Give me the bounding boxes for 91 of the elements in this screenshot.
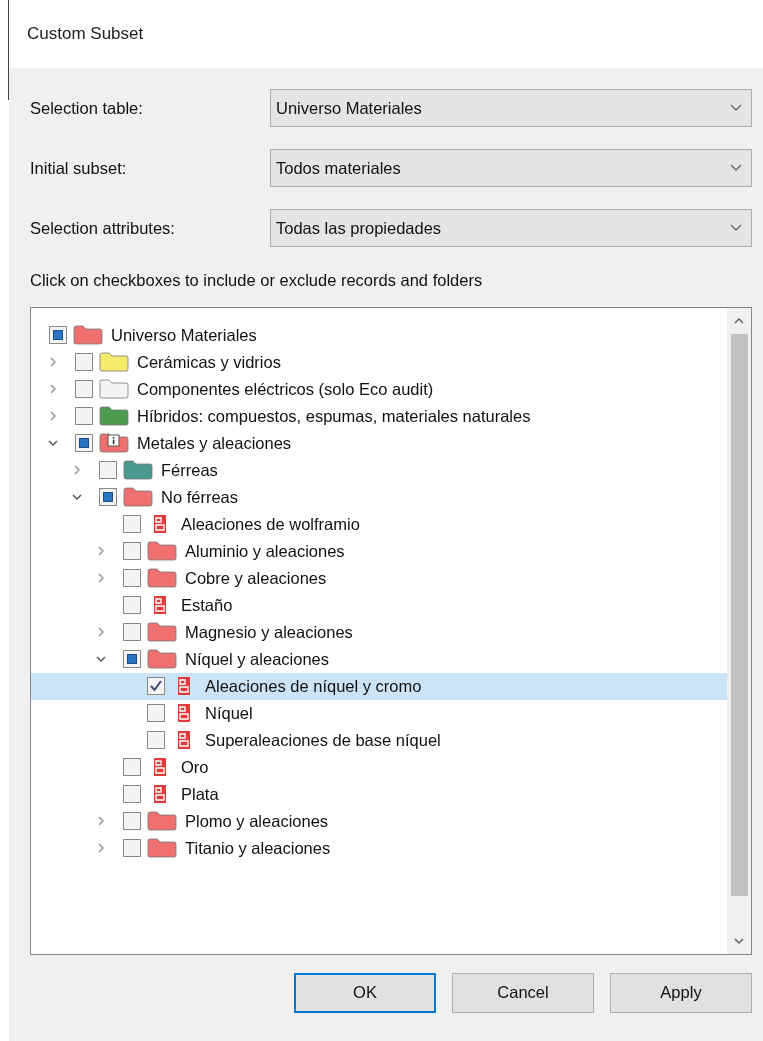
checkbox[interactable] <box>75 407 93 426</box>
field-label: Initial subset: <box>30 157 128 179</box>
chevron-down-icon <box>729 103 743 113</box>
tree-item-label: Aluminio y aleaciones <box>185 540 345 562</box>
tree-item-label: Magnesio y aleaciones <box>185 621 353 643</box>
checkbox[interactable] <box>123 839 141 858</box>
chevron-right-icon[interactable] <box>71 464 83 477</box>
tree-item-label: Universo Materiales <box>111 324 257 346</box>
checkbox[interactable] <box>99 461 117 480</box>
chevron-right-icon[interactable] <box>47 356 59 369</box>
tree-item[interactable]: Plata <box>31 780 727 808</box>
checkbox[interactable] <box>123 758 141 777</box>
document-icon <box>177 676 191 697</box>
checkbox[interactable] <box>123 596 141 615</box>
checkbox[interactable] <box>123 650 141 669</box>
checkbox[interactable] <box>147 704 165 723</box>
tree-item[interactable]: Componentes eléctricos (solo Eco audit) <box>31 375 727 403</box>
checkbox[interactable] <box>123 623 141 642</box>
chevron-right-icon[interactable] <box>95 572 107 585</box>
checkbox[interactable] <box>49 326 67 345</box>
document-icon <box>153 784 167 805</box>
tree-item-label: Cobre y aleaciones <box>185 567 327 589</box>
tree-item-label: Titanio y aleaciones <box>185 837 331 859</box>
tree-item-label: Níquel y aleaciones <box>185 648 329 670</box>
checkbox[interactable] <box>123 785 141 804</box>
tree-item[interactable]: Oro <box>31 753 727 781</box>
tree-item[interactable]: Aluminio y aleaciones <box>31 537 727 565</box>
document-icon <box>153 595 167 616</box>
chevron-right-icon[interactable] <box>95 545 107 558</box>
tree-item-label: Cerámicas y vidrios <box>137 351 281 373</box>
tree-item[interactable]: Aleaciones de wolframio <box>31 510 727 538</box>
document-icon <box>153 757 167 778</box>
checkbox[interactable] <box>147 677 165 696</box>
dropdown[interactable]: Universo Materiales <box>270 89 752 127</box>
chevron-right-icon[interactable] <box>47 410 59 423</box>
checkbox[interactable] <box>99 488 117 507</box>
tree-item[interactable]: Estaño <box>31 591 727 619</box>
tree-item[interactable]: Férreas <box>31 456 727 484</box>
tree-item[interactable]: Superaleaciones de base níquel <box>31 726 727 754</box>
tree-item[interactable]: Cobre y aleaciones <box>31 564 727 592</box>
chevron-right-icon[interactable] <box>47 383 59 396</box>
tree-item[interactable]: Híbridos: compuestos, espumas, materiales naturales <box>31 402 727 430</box>
checkbox[interactable] <box>75 434 93 453</box>
checkbox[interactable] <box>75 353 93 372</box>
scrollbar[interactable] <box>727 307 751 954</box>
dialog-button[interactable]: Apply <box>610 972 752 1013</box>
dialog-button[interactable]: Cancel <box>452 972 594 1013</box>
tree-item-label: Férreas <box>161 459 218 481</box>
tree-item[interactable]: Metales y aleaciones <box>31 429 727 457</box>
document-icon <box>177 703 191 724</box>
tree-item[interactable]: Níquel y aleaciones <box>31 645 727 673</box>
chevron-right-icon[interactable] <box>95 815 107 828</box>
tree-item-label: Níquel <box>205 702 253 724</box>
instruction-text: Click on checkboxes to include or exclude records and folders <box>30 270 484 291</box>
checkbox[interactable] <box>147 731 165 750</box>
checkbox[interactable] <box>75 380 93 399</box>
checkbox[interactable] <box>123 542 141 561</box>
tree-item-label: Oro <box>181 756 209 778</box>
dialog-button[interactable]: OK <box>294 972 436 1013</box>
tree-item-label: Aleaciones de níquel y cromo <box>205 675 422 697</box>
chevron-right-icon[interactable] <box>95 842 107 855</box>
chevron-right-icon[interactable] <box>95 626 107 639</box>
dropdown[interactable]: Todos materiales <box>270 149 752 187</box>
checkbox[interactable] <box>123 812 141 831</box>
tree-item-label: No férreas <box>161 486 239 508</box>
tree-item-label: Híbridos: compuestos, espumas, materiales naturales <box>137 405 531 427</box>
tree-item-label: Componentes eléctricos (solo Eco audit) <box>137 378 434 400</box>
tree-item[interactable]: Titanio y aleaciones <box>31 834 727 862</box>
document-icon <box>177 730 191 751</box>
tree-item-label: Superaleaciones de base níquel <box>205 729 441 751</box>
tree-item[interactable]: Plomo y aleaciones <box>31 807 727 835</box>
tree-item[interactable]: Aleaciones de níquel y cromo <box>31 672 727 700</box>
field-label: Selection table: <box>30 97 144 119</box>
tree-item-label: Plomo y aleaciones <box>185 810 329 832</box>
chevron-down-icon <box>729 163 743 173</box>
checkbox[interactable] <box>123 569 141 588</box>
checkbox[interactable] <box>123 515 141 534</box>
tree-item[interactable]: Cerámicas y vidrios <box>31 348 727 376</box>
tree-item-label: Metales y aleaciones <box>137 432 292 454</box>
chevron-down-icon <box>729 223 743 233</box>
document-icon <box>153 514 167 535</box>
tree-item-label: Aleaciones de wolframio <box>181 513 360 535</box>
tree-item-label: Plata <box>181 783 219 805</box>
field-label: Selection attributes: <box>30 217 176 239</box>
window-title: Custom Subset <box>27 23 144 46</box>
tree-item[interactable]: Níquel <box>31 699 727 727</box>
tree-item[interactable]: Universo Materiales <box>31 321 727 349</box>
tree-item[interactable]: No férreas <box>31 483 727 511</box>
dropdown[interactable]: Todas las propiedades <box>270 209 752 247</box>
tree-item-label: Estaño <box>181 594 233 616</box>
tree-item[interactable]: Magnesio y aleaciones <box>31 618 727 646</box>
